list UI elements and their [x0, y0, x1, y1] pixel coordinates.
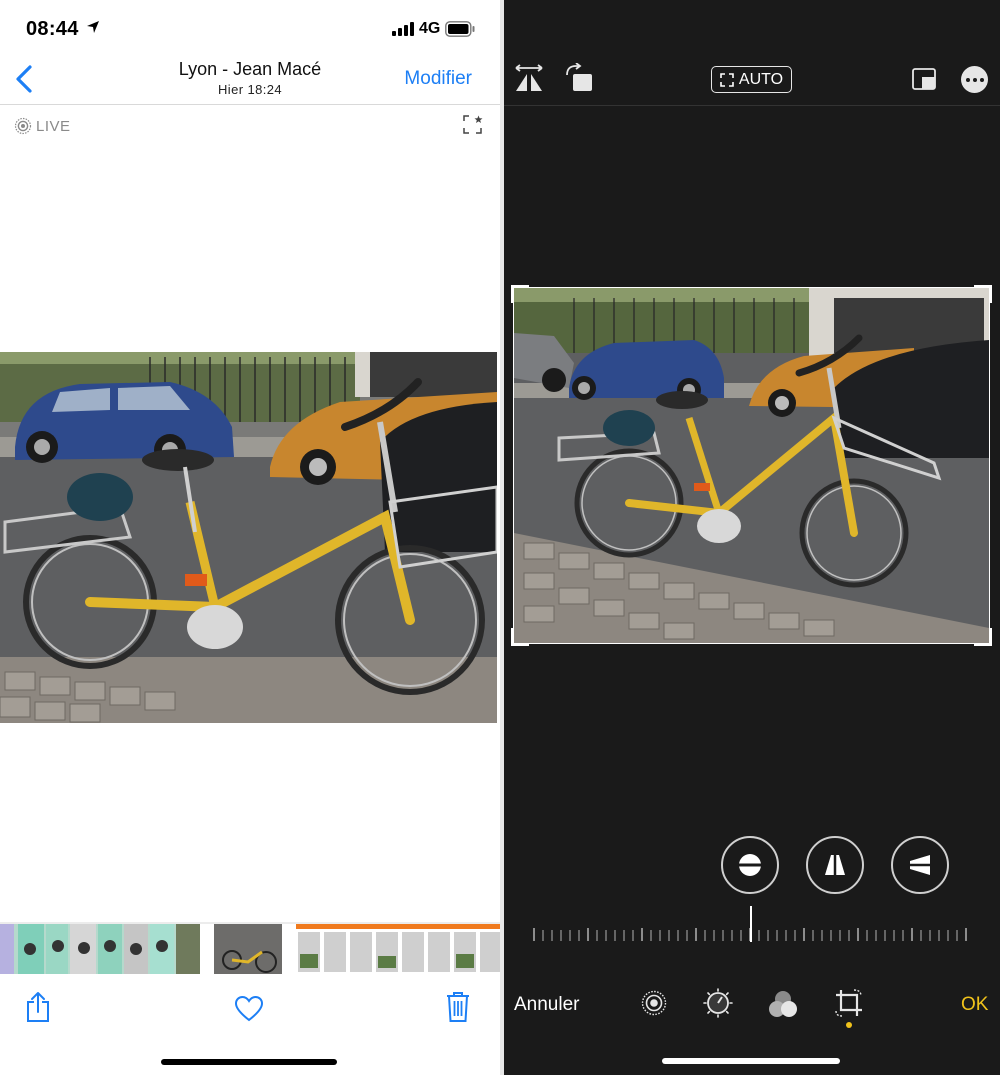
- live-badge[interactable]: LIVE: [14, 117, 71, 135]
- crop-handle-bottom-left[interactable]: [511, 628, 529, 646]
- photo-viewer-panel: 08:44 4G Lyon - Jean Macé Hier 18:24 Mod…: [0, 0, 500, 1075]
- horizontal-perspective-button[interactable]: [891, 836, 949, 894]
- vertical-perspective-button[interactable]: [806, 836, 864, 894]
- crop-photo: [513, 287, 990, 644]
- crop-handle-bottom-right[interactable]: [974, 628, 992, 646]
- share-icon[interactable]: [25, 991, 51, 1023]
- straighten-button[interactable]: [721, 836, 779, 894]
- straighten-icon: [737, 854, 763, 876]
- crop-handle-top-left[interactable]: [511, 285, 529, 303]
- edit-button[interactable]: Modifier: [404, 68, 472, 90]
- cellular-signal-icon: [392, 22, 414, 36]
- vertical-perspective-icon: [825, 853, 845, 877]
- more-options-icon[interactable]: [961, 66, 988, 93]
- auto-button[interactable]: AUTO: [711, 66, 792, 93]
- adjust-dial-icon[interactable]: [703, 988, 733, 1018]
- home-indicator-right[interactable]: [662, 1058, 840, 1064]
- photo-editor-panel: AUTO Annuler OK: [504, 0, 1000, 1075]
- status-time: 08:44: [26, 18, 79, 40]
- editor-top-bar: AUTO: [504, 50, 1000, 106]
- crop-handle-top-right[interactable]: [974, 285, 992, 303]
- network-type: 4G: [419, 20, 441, 37]
- thumbnail-strip[interactable]: [0, 922, 500, 974]
- live-photo-icon: [14, 117, 32, 135]
- status-bar: 08:44 4G: [0, 0, 500, 58]
- location-arrow-icon: [87, 21, 99, 33]
- heart-icon[interactable]: [235, 996, 263, 1022]
- crop-photo-image: [514, 288, 989, 643]
- navigation-bar: Lyon - Jean Macé Hier 18:24 Modifier: [0, 55, 500, 105]
- active-tab-indicator: [846, 1022, 852, 1028]
- flip-horizontal-icon[interactable]: [514, 64, 544, 92]
- auto-crop-icon: [720, 72, 734, 87]
- crop-icon[interactable]: [833, 987, 865, 1019]
- angle-ruler[interactable]: [532, 906, 972, 946]
- thumbnail-images: [0, 924, 500, 974]
- filters-icon[interactable]: [767, 990, 799, 1018]
- cancel-button[interactable]: Annuler: [514, 994, 580, 1016]
- bottom-toolbar: [0, 976, 500, 1036]
- trash-icon[interactable]: [446, 991, 470, 1023]
- live-icon[interactable]: [641, 990, 667, 1016]
- live-label: LIVE: [36, 117, 71, 135]
- horizontal-perspective-icon: [908, 855, 932, 875]
- bike-photo-image: [0, 352, 497, 723]
- main-photo[interactable]: [0, 352, 497, 723]
- crop-area[interactable]: [511, 285, 992, 646]
- battery-icon: [445, 21, 475, 37]
- ok-button[interactable]: OK: [961, 994, 988, 1016]
- auto-label: AUTO: [738, 70, 784, 88]
- fullscreen-star-icon[interactable]: [463, 115, 483, 135]
- rotate-icon[interactable]: [564, 63, 594, 93]
- aspect-ratio-icon[interactable]: [912, 68, 936, 90]
- home-indicator[interactable]: [161, 1059, 337, 1065]
